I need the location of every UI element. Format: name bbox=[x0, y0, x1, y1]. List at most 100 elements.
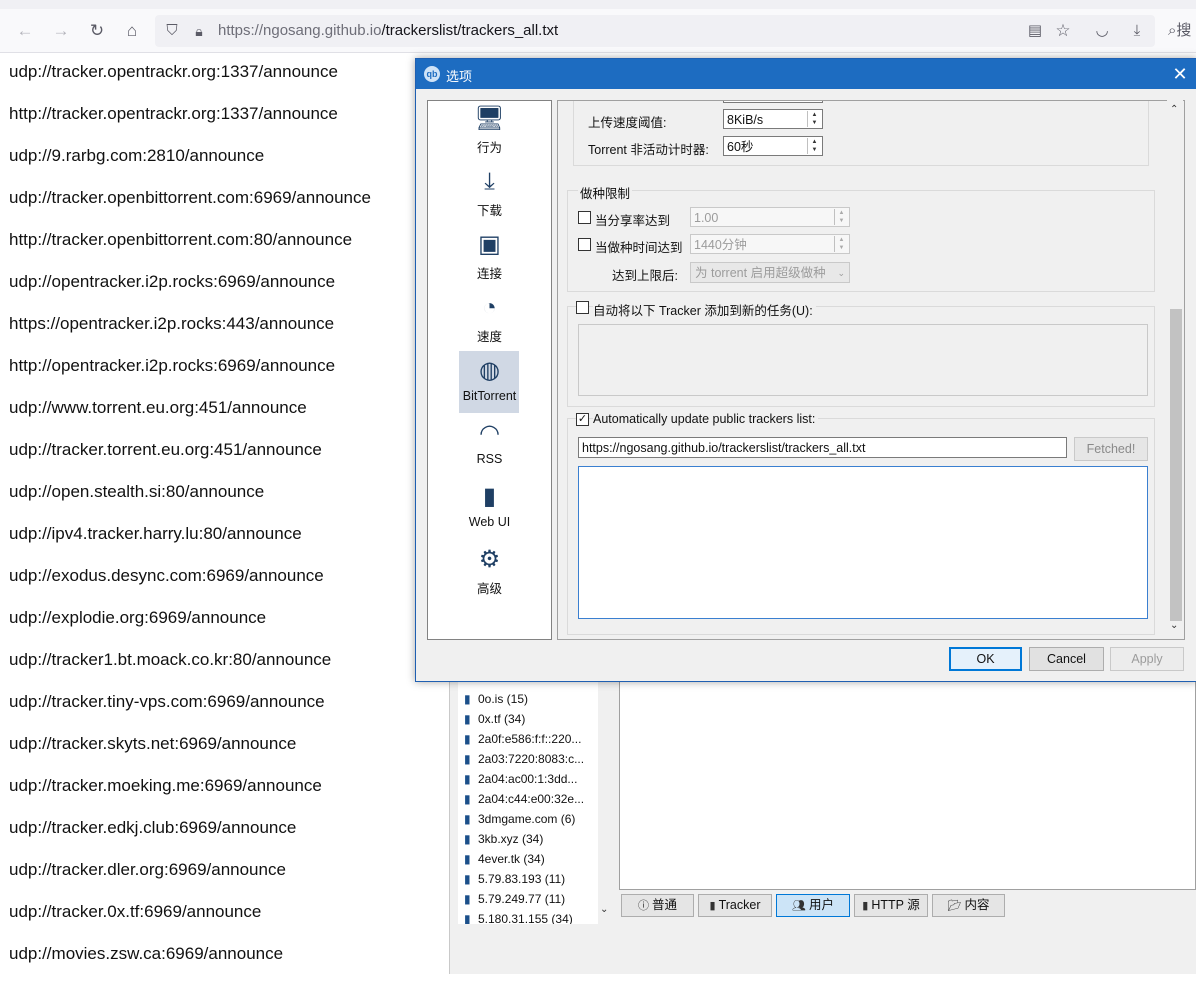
tracker-list-url-input[interactable]: https://ngosang.github.io/trackerslist/t… bbox=[578, 437, 1067, 458]
chevron-up-icon[interactable]: ⌃ bbox=[1170, 104, 1178, 115]
seed-time-spinbox[interactable]: 1440分钟 ▲ ▼ bbox=[690, 234, 850, 254]
bottom-tab[interactable]: 📂︎ 内容 bbox=[932, 894, 1005, 917]
upload-threshold-label: 上传速度阈值: bbox=[588, 116, 667, 130]
tracker-line: udp://tracker1.bt.moack.co.kr:80/announc… bbox=[9, 650, 332, 669]
category-item[interactable]: ⤓ 下载 bbox=[428, 162, 551, 224]
back-icon[interactable]: ← bbox=[16, 22, 34, 40]
tracker-line: udp://opentracker.i2p.rocks:6969/announc… bbox=[9, 272, 336, 291]
category-item[interactable]: ▣ 连接 bbox=[428, 225, 551, 287]
seeding-limits-title: 做种限制 bbox=[578, 183, 633, 202]
search-icon[interactable]: ⌕搜 bbox=[1168, 22, 1196, 40]
reload-icon[interactable]: ↻ bbox=[88, 22, 106, 40]
info-icon: ⓘ bbox=[637, 900, 653, 912]
limit-action-combobox[interactable]: 为 torrent 启用超级做种 ⌄ bbox=[690, 262, 850, 283]
category-item[interactable]: ⚙ 高级 bbox=[428, 540, 551, 602]
list-item[interactable]: ▮ 4ever.tk (34) bbox=[464, 849, 545, 869]
seed-time-checkbox[interactable] bbox=[578, 238, 591, 251]
shield-icon[interactable]: ⛉ bbox=[163, 22, 181, 40]
tracker-line: udp://exodus.desync.com:6969/announce bbox=[9, 566, 324, 585]
tab-strip bbox=[0, 0, 1196, 9]
detail-panel[interactable] bbox=[619, 680, 1196, 890]
fetched-button[interactable]: Fetched! bbox=[1074, 437, 1148, 461]
category-item[interactable]: 🖥︎ 行为 bbox=[428, 99, 551, 161]
forward-icon[interactable]: → bbox=[52, 22, 70, 40]
cancel-button[interactable]: Cancel bbox=[1029, 647, 1104, 671]
monitor-gear-icon: 🖥︎ bbox=[474, 105, 505, 132]
tracker-icon: ▮ bbox=[709, 900, 719, 912]
list-item[interactable]: ▮ 3dmgame.com (6) bbox=[464, 809, 575, 829]
list-item-label: 0x.tf (34) bbox=[478, 712, 526, 726]
ratio-limit-value: 1.00 bbox=[694, 211, 719, 225]
auto-update-label[interactable]: Automatically update public trackers lis… bbox=[593, 412, 819, 426]
url-path: /trackerslist/trackers_all.txt bbox=[381, 22, 559, 39]
network-port-icon: ▣ bbox=[478, 231, 501, 258]
bottom-tab-label: 普通 bbox=[652, 898, 678, 912]
category-item[interactable]: ◠ RSS bbox=[428, 414, 551, 476]
reader-view-icon[interactable]: ▤ bbox=[1026, 22, 1044, 40]
tracker-line: http://opentracker.i2p.rocks:6969/announ… bbox=[9, 356, 336, 375]
list-item[interactable]: ▮ 5.79.83.193 (11) bbox=[464, 869, 565, 889]
spin-arrows-icon[interactable]: ▲ ▼ bbox=[834, 236, 848, 252]
category-label: 下载 bbox=[476, 204, 502, 218]
ok-button[interactable]: OK bbox=[949, 647, 1022, 671]
category-item[interactable]: ◔ 速度 bbox=[428, 288, 551, 350]
tracker-line: http://tracker.openbittorrent.com:80/ann… bbox=[9, 230, 353, 249]
list-item[interactable]: ▮ 0o.is (15) bbox=[464, 689, 528, 709]
tracker-line: udp://tracker.dler.org:6969/announce bbox=[9, 860, 286, 879]
bookmark-star-icon[interactable]: ☆ bbox=[1054, 22, 1072, 40]
users-icon: 👥︎ bbox=[791, 900, 809, 912]
chevron-down-icon[interactable]: ⌄ bbox=[1170, 620, 1178, 631]
upload-threshold-value: 8KiB/s bbox=[727, 113, 764, 127]
seed-time-label[interactable]: 当做种时间达到 bbox=[595, 237, 683, 256]
apply-button[interactable]: Apply bbox=[1110, 647, 1184, 671]
category-label: 速度 bbox=[476, 330, 502, 344]
upload-threshold-spinbox[interactable]: 8KiB/s ▲ ▼ bbox=[723, 109, 823, 129]
list-item[interactable]: ▮ 5.79.249.77 (11) bbox=[464, 889, 565, 909]
peer-list-scrollbar[interactable]: ⌄ bbox=[598, 668, 612, 924]
peer-list[interactable]: ⚠警告 (6)▮0o.is (15)▮0x.tf (34)▮2a0f:e586:… bbox=[458, 668, 598, 924]
spin-arrows-icon[interactable]: ▲ ▼ bbox=[807, 138, 821, 154]
home-icon[interactable]: ⌂ bbox=[123, 22, 141, 40]
list-item[interactable]: ▮ 2a04:c44:e00:32e... bbox=[464, 789, 584, 809]
category-label: Web UI bbox=[468, 515, 511, 529]
scrollbar-thumb[interactable] bbox=[1170, 309, 1182, 621]
close-icon[interactable]: ✕ bbox=[1168, 62, 1192, 86]
ratio-limit-label[interactable]: 当分享率达到 bbox=[595, 210, 670, 229]
category-item[interactable]: ◍ BitTorrent bbox=[428, 351, 551, 413]
downloads-icon[interactable]: ⤓ bbox=[1128, 22, 1146, 40]
bottom-tab[interactable]: ⓘ 普通 bbox=[621, 894, 694, 917]
url-text[interactable]: https://ngosang.github.io/trackerslist/t… bbox=[218, 22, 558, 39]
list-item[interactable]: ▮ 3kb.xyz (34) bbox=[464, 829, 543, 849]
lock-icon[interactable]: 🔒︎ bbox=[190, 22, 208, 40]
auto-add-trackers-checkbox[interactable] bbox=[576, 301, 589, 314]
chevron-down-icon[interactable]: ⌄ bbox=[600, 904, 608, 915]
bottom-tab[interactable]: 👥︎ 用户 bbox=[776, 894, 850, 917]
ratio-limit-checkbox[interactable] bbox=[578, 211, 591, 224]
fetched-trackers-textarea[interactable] bbox=[578, 466, 1148, 619]
auto-add-trackers-label[interactable]: 自动将以下 Tracker 添加到新的任务(U): bbox=[593, 300, 816, 319]
bottom-tab[interactable]: ▮ HTTP 源 bbox=[854, 894, 928, 917]
tracker-line: udp://tracker.edkj.club:6969/announce bbox=[9, 818, 297, 837]
clipped-spinbox[interactable] bbox=[723, 101, 823, 103]
list-item[interactable]: ▮ 2a0f:e586:f:f::220... bbox=[464, 729, 581, 749]
list-item[interactable]: ▮ 5.180.31.155 (34) bbox=[464, 909, 573, 924]
search-fragment: 搜 bbox=[1176, 22, 1192, 39]
auto-add-trackers-textarea[interactable] bbox=[578, 324, 1148, 396]
list-item[interactable]: ▮ 0x.tf (34) bbox=[464, 709, 525, 729]
tracker-line: udp://tracker.skyts.net:6969/announce bbox=[9, 734, 297, 753]
bottom-tab-label: 用户 bbox=[809, 898, 835, 912]
tracker-line: udp://tracker.moeking.me:6969/announce bbox=[9, 776, 322, 795]
list-item[interactable]: ▮ 2a04:ac00:1:3dd... bbox=[464, 769, 577, 789]
ratio-limit-spinbox[interactable]: 1.00 ▲ ▼ bbox=[690, 207, 850, 227]
category-label: BitTorrent bbox=[462, 389, 517, 403]
spin-arrows-icon[interactable]: ▲ ▼ bbox=[807, 111, 821, 127]
auto-update-checkbox[interactable]: ✓ bbox=[576, 413, 589, 426]
spin-arrows-icon[interactable]: ▲ ▼ bbox=[834, 209, 848, 225]
download-icon: ⤓ bbox=[484, 168, 495, 195]
pocket-icon[interactable]: ◡ bbox=[1093, 22, 1111, 40]
inactivity-timer-spinbox[interactable]: 60秒 ▲ ▼ bbox=[723, 136, 823, 156]
bottom-tab[interactable]: ▮ Tracker bbox=[698, 894, 772, 917]
category-item[interactable]: ▮ Web UI bbox=[428, 477, 551, 539]
tracker-list: udp://tracker.opentrackr.org:1337/announ… bbox=[9, 62, 371, 986]
list-item[interactable]: ▮ 2a03:7220:8083:c... bbox=[464, 749, 584, 769]
